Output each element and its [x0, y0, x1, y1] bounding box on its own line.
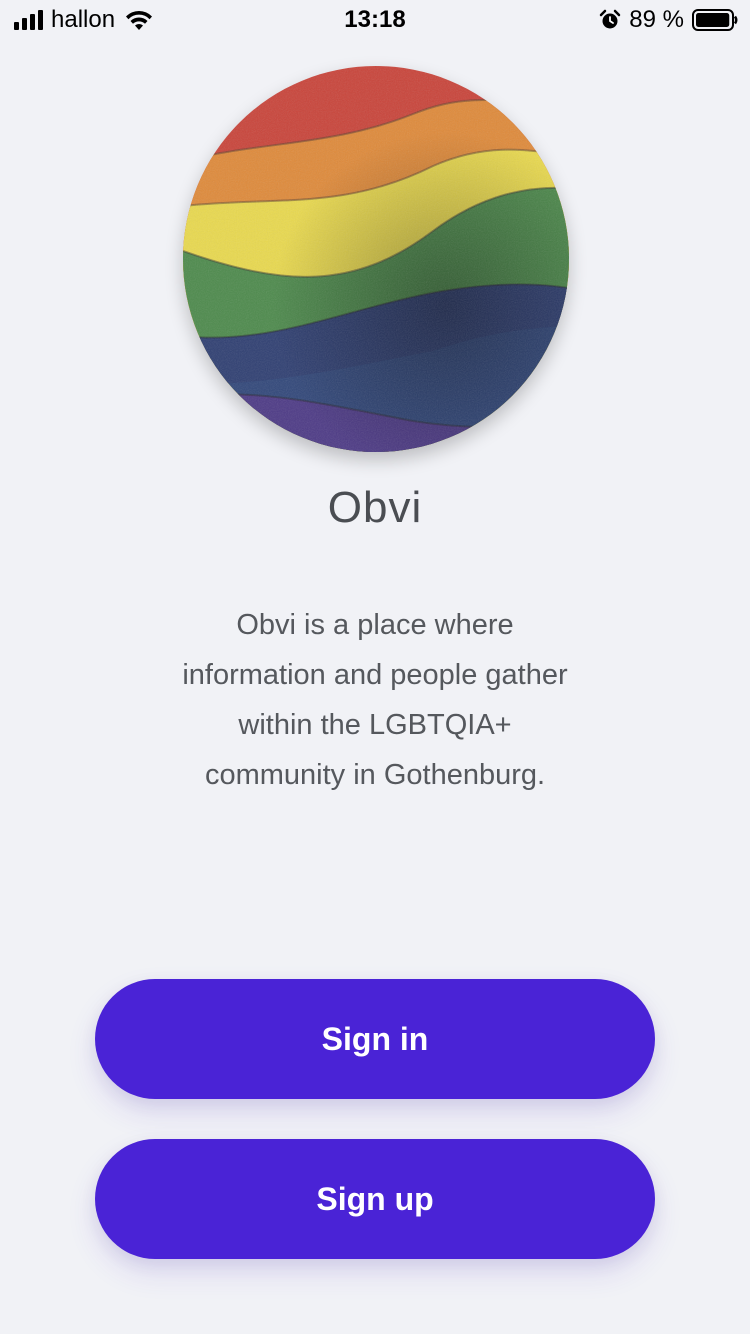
sign-in-button[interactable]: Sign in — [95, 979, 655, 1099]
status-right: 89 % — [599, 6, 738, 34]
description-line: information and people gather — [182, 659, 568, 691]
battery-icon — [692, 9, 738, 31]
app-logo — [183, 66, 569, 452]
sign-up-button[interactable]: Sign up — [95, 1139, 655, 1259]
rainbow-wave-logo-icon — [183, 66, 569, 452]
battery-percent: 89 % — [629, 6, 684, 33]
description-line: within the LGBTQIA+ — [238, 709, 512, 741]
app-description: Obvi is a place where information and pe… — [140, 600, 610, 800]
alarm-icon — [600, 9, 621, 29]
description-line: community in Gothenburg. — [204, 759, 546, 791]
app-name: Obvi — [327, 483, 423, 532]
description-line: Obvi is a place where — [236, 609, 514, 641]
status-bar: hallon 13:18 89 % — [0, 0, 750, 40]
